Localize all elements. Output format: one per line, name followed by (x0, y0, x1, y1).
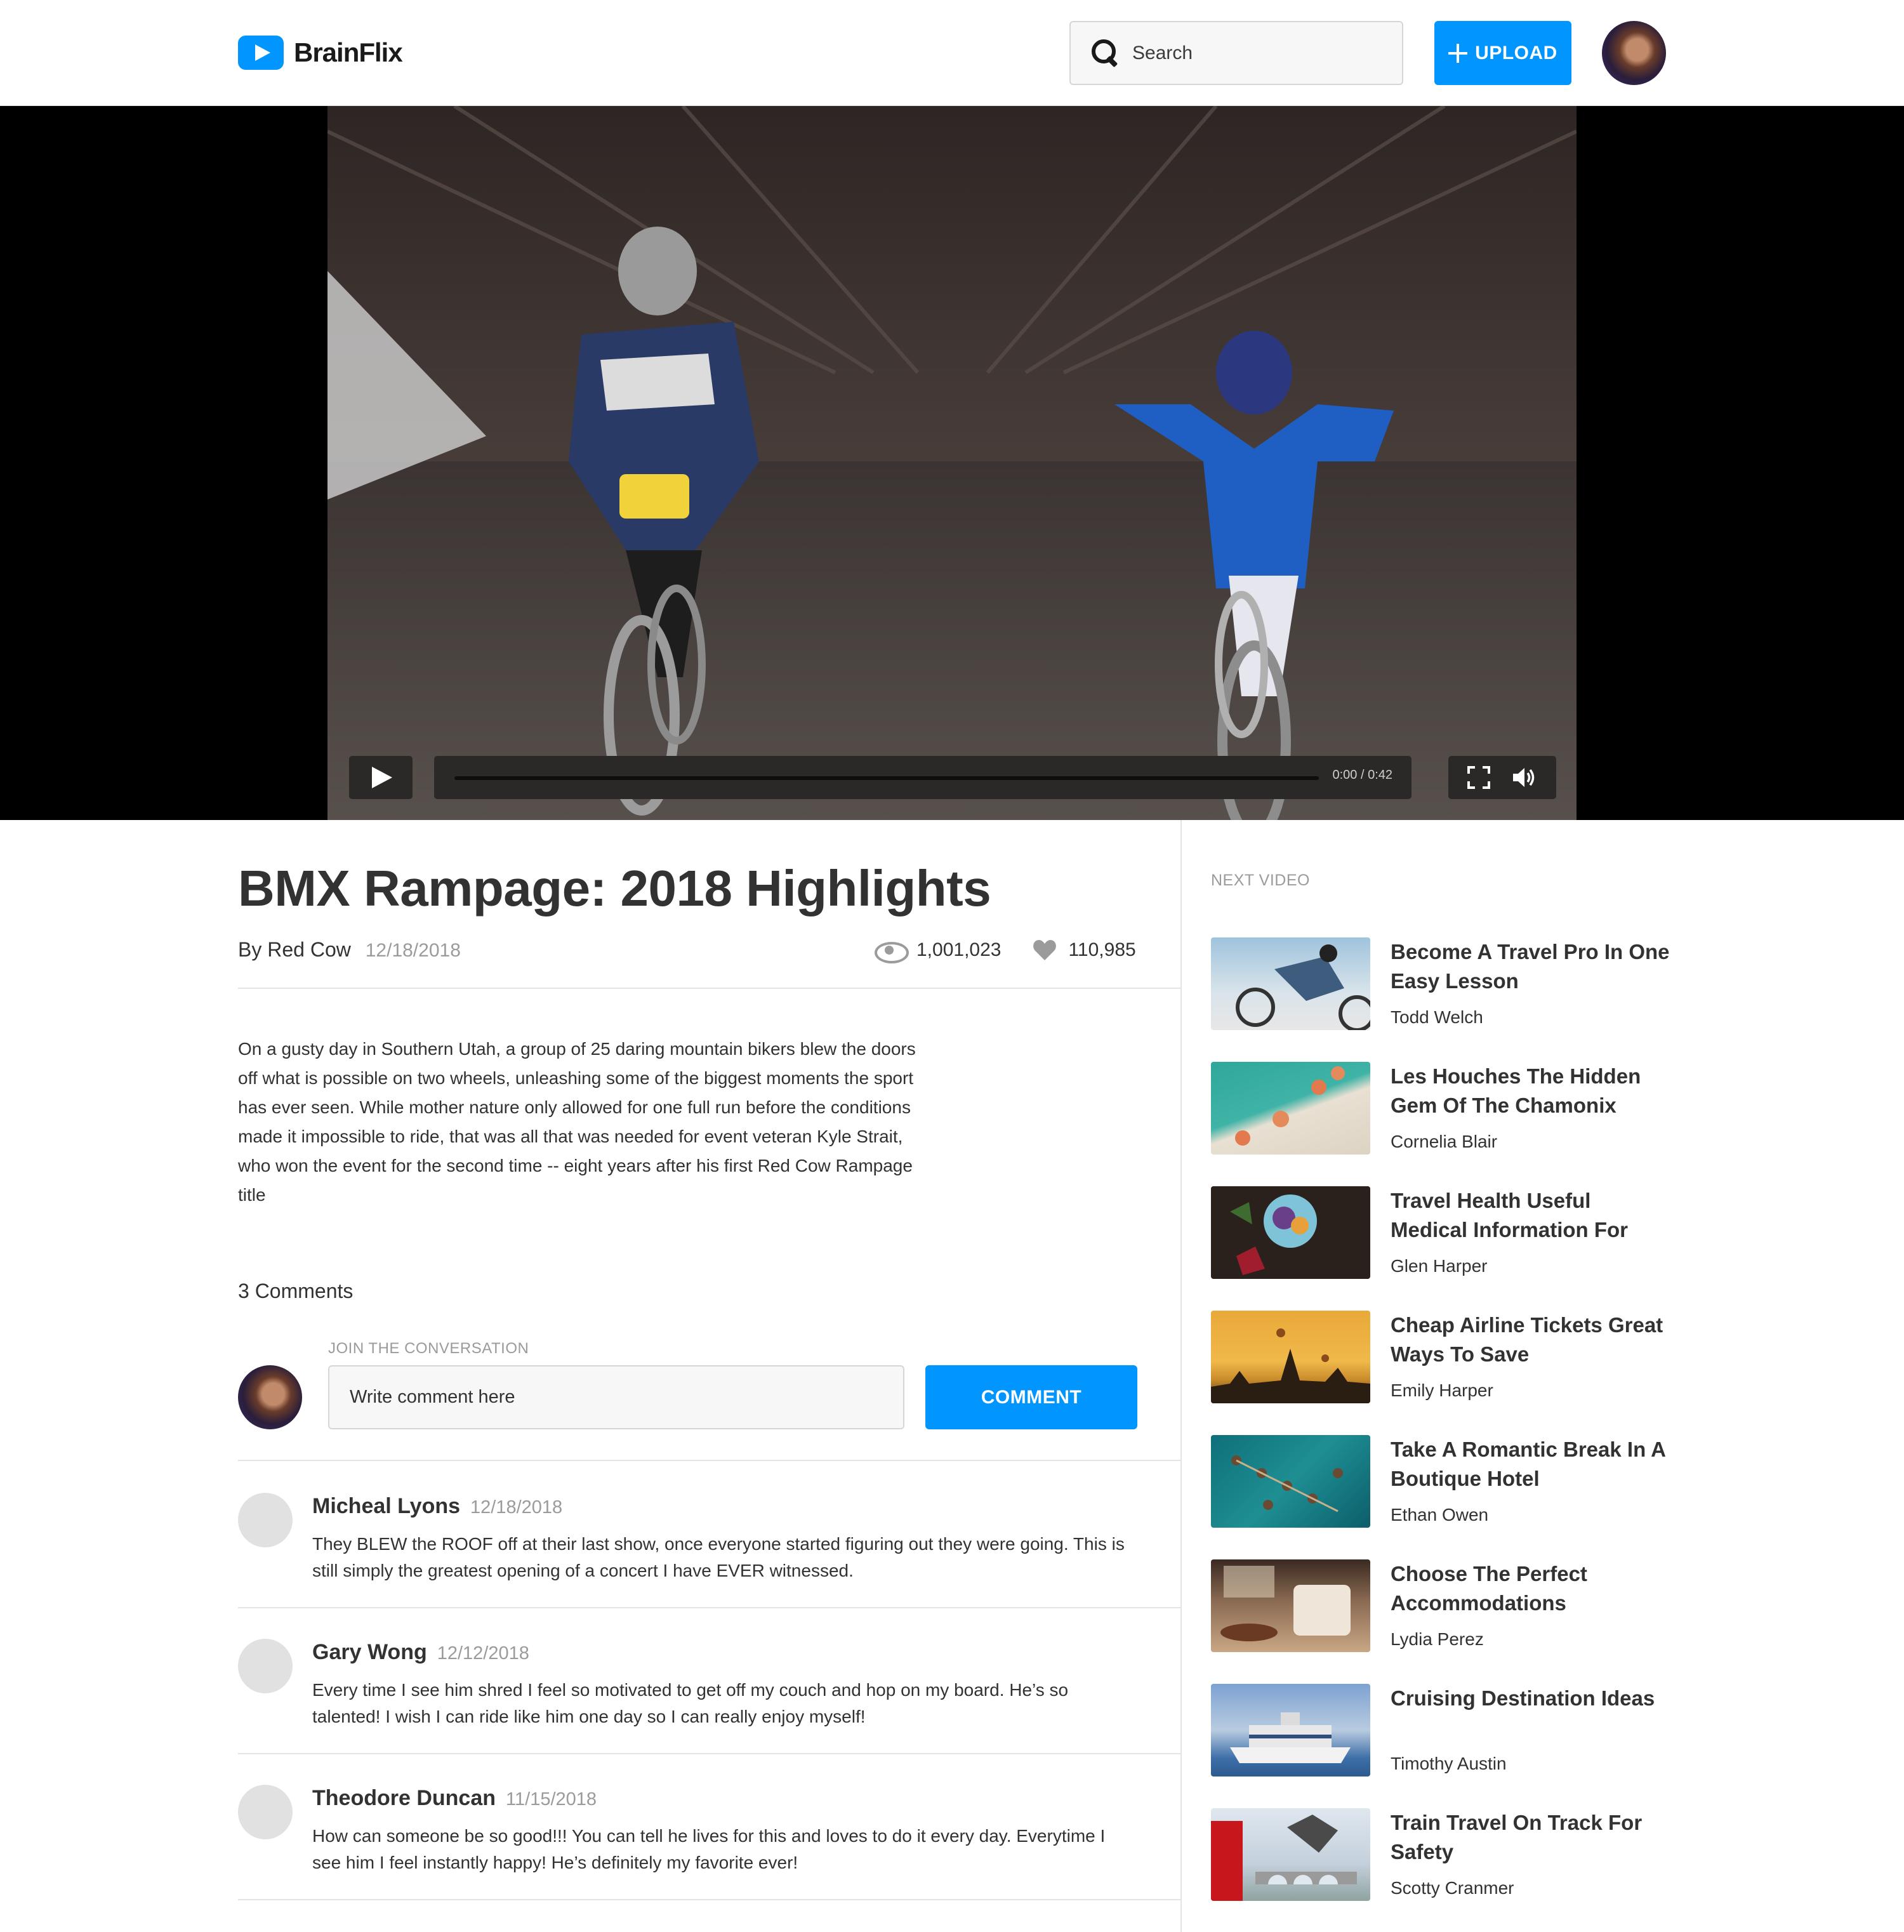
video-title: BMX Rampage: 2018 Highlights (238, 860, 991, 916)
video-thumbnail[interactable] (1211, 1311, 1370, 1403)
next-video-item[interactable]: Become A Travel Pro In One Easy Lesson T… (1211, 937, 1670, 1033)
next-video-author: Ethan Owen (1391, 1505, 1489, 1525)
plus-icon (1448, 43, 1468, 63)
next-video-author: Scotty Cranmer (1391, 1878, 1514, 1898)
search-input[interactable] (1132, 42, 1386, 64)
comment-text: They BLEW the ROOF off at their last sho… (312, 1534, 1125, 1580)
video-thumbnail[interactable] (1211, 937, 1370, 1030)
video-thumbnail[interactable] (1211, 1808, 1370, 1901)
progress-track[interactable] (454, 776, 1319, 780)
video-thumbnail[interactable] (1211, 1559, 1370, 1652)
video-player-area: 0:00 / 0:42 (0, 106, 1904, 820)
comment-author: Micheal Lyons (312, 1494, 461, 1518)
commenter-avatar (238, 1365, 302, 1429)
comment-avatar (238, 1785, 293, 1839)
play-logo-icon (238, 36, 284, 70)
video-stats: 1,001,023 110,985 (875, 937, 1136, 963)
upload-button[interactable]: UPLOAD (1434, 21, 1571, 85)
upload-label: UPLOAD (1475, 42, 1557, 63)
comment-author: Gary Wong (312, 1640, 427, 1664)
next-video-author: Glen Harper (1391, 1256, 1488, 1276)
video-poster-image (327, 106, 1577, 820)
user-avatar[interactable] (1602, 21, 1666, 85)
next-video-title[interactable]: Cruising Destination Ideas (1391, 1684, 1670, 1713)
next-video-author: Todd Welch (1391, 1007, 1483, 1027)
comment-header: Micheal Lyons 12/18/2018 (312, 1494, 562, 1519)
next-video-author: Cornelia Blair (1391, 1132, 1498, 1151)
next-video-item[interactable]: Take A Romantic Break In A Boutique Hote… (1211, 1435, 1668, 1530)
video-thumbnail[interactable] (1211, 1684, 1370, 1777)
next-video-label: NEXT VIDEO (1211, 871, 1310, 889)
comment-header: Gary Wong 12/12/2018 (312, 1640, 529, 1665)
next-video-item[interactable]: Cruising Destination Ideas Timothy Austi… (1211, 1684, 1668, 1779)
next-video-author: Lydia Perez (1391, 1629, 1484, 1649)
title-divider (238, 988, 1180, 989)
next-video-author: Emily Harper (1391, 1380, 1493, 1400)
column-divider (1180, 820, 1182, 1932)
next-video-item[interactable]: Les Houches The Hidden Gem Of The Chamon… (1211, 1062, 1668, 1157)
comment-input[interactable] (328, 1365, 904, 1429)
video-player[interactable]: 0:00 / 0:42 (327, 106, 1577, 820)
next-video-title[interactable]: Take A Romantic Break In A Boutique Hote… (1391, 1435, 1670, 1493)
play-button[interactable] (349, 756, 413, 799)
video-author[interactable]: By Red Cow (238, 938, 351, 961)
next-video-item[interactable]: Travel Health Useful Medical Information… (1211, 1186, 1668, 1281)
video-description: On a gusty day in Southern Utah, a group… (238, 1039, 916, 1205)
next-video-item[interactable]: Cheap Airline Tickets Great Ways To Save… (1211, 1311, 1668, 1406)
views-icon (875, 941, 909, 963)
comment-button[interactable]: COMMENT (925, 1365, 1137, 1429)
video-thumbnail[interactable] (1211, 1435, 1370, 1528)
comment-date: 12/12/2018 (437, 1643, 529, 1664)
volume-icon[interactable] (1512, 766, 1537, 789)
likes-icon[interactable] (1033, 939, 1057, 961)
comment-item: Theodore Duncan 11/15/2018 How can someon… (238, 1753, 1180, 1900)
comment-item: Gary Wong 12/12/2018 Every time I see him… (238, 1607, 1180, 1754)
next-video-title[interactable]: Les Houches The Hidden Gem Of The Chamon… (1391, 1062, 1670, 1120)
player-right-controls (1448, 756, 1556, 799)
search-box[interactable] (1069, 21, 1403, 85)
video-thumbnail[interactable] (1211, 1186, 1370, 1279)
comments-count: 3 Comments (238, 1280, 354, 1302)
comment-avatar (238, 1639, 293, 1693)
comment-header: Theodore Duncan 11/15/2018 (312, 1786, 597, 1811)
next-video-item[interactable]: Choose The Perfect Accommodations Lydia … (1211, 1559, 1668, 1655)
comment-item: Micheal Lyons 12/18/2018 They BLEW the RO… (238, 1461, 1180, 1608)
next-video-author: Timothy Austin (1391, 1754, 1507, 1773)
brainflix-logo[interactable]: BrainFlix (238, 35, 403, 70)
scrubber-bar: 0:00 / 0:42 (434, 756, 1411, 799)
likes-count: 110,985 (1068, 939, 1136, 960)
search-icon (1090, 38, 1121, 69)
comment-date: 11/15/2018 (506, 1789, 597, 1810)
views-count: 1,001,023 (916, 939, 1002, 960)
comment-author: Theodore Duncan (312, 1786, 496, 1810)
comment-divider (238, 1899, 1180, 1900)
next-video-title[interactable]: Become A Travel Pro In One Easy Lesson (1391, 937, 1670, 996)
video-date: 12/18/2018 (365, 940, 461, 961)
next-video-title[interactable]: Train Travel On Track For Safety (1391, 1808, 1670, 1867)
logo-text: BrainFlix (294, 37, 403, 67)
video-thumbnail[interactable] (1211, 1062, 1370, 1155)
join-conversation-label: JOIN THE CONVERSATION (328, 1340, 529, 1357)
next-video-title[interactable]: Choose The Perfect Accommodations (1391, 1559, 1670, 1618)
fullscreen-icon[interactable] (1467, 766, 1490, 789)
next-video-title[interactable]: Travel Health Useful Medical Information… (1391, 1186, 1670, 1245)
comment-date: 12/18/2018 (470, 1497, 563, 1518)
comment-text: How can someone be so good!!! You can te… (312, 1826, 1106, 1872)
time-display: 0:00 / 0:42 (1332, 768, 1392, 782)
comment-avatar (238, 1493, 293, 1547)
next-video-title[interactable]: Cheap Airline Tickets Great Ways To Save (1391, 1311, 1670, 1369)
comment-text: Every time I see him shred I feel so mot… (312, 1680, 1069, 1726)
site-header: BrainFlix UPLOAD (0, 0, 1904, 106)
video-byline: By Red Cow 12/18/2018 (238, 938, 461, 962)
next-video-item[interactable]: Train Travel On Track For Safety Scotty … (1211, 1808, 1668, 1903)
